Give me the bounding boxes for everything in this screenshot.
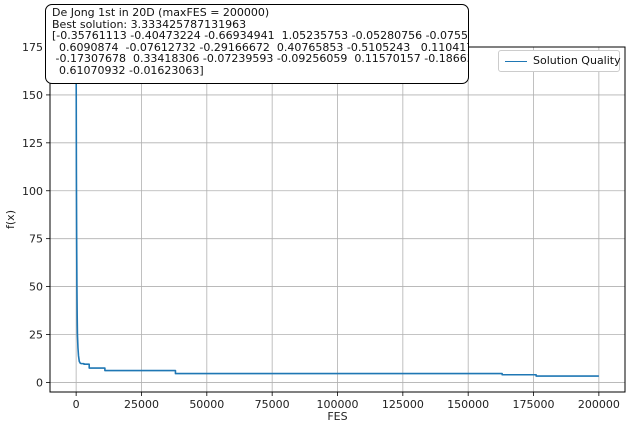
x-tick-label: 25000: [124, 398, 159, 411]
y-tick-label: 125: [22, 137, 43, 150]
y-tick-label: 175: [22, 41, 43, 54]
x-tick-label: 50000: [189, 398, 224, 411]
y-tick-label: 75: [29, 233, 43, 246]
grid-layer: [50, 46, 625, 392]
y-tick-label: 0: [36, 376, 43, 389]
legend-label: Solution Quality: [533, 54, 621, 67]
x-tick-label: 200000: [578, 398, 620, 411]
y-axis-label: f(x): [4, 210, 17, 229]
x-axis-label: FES: [327, 410, 347, 423]
y-tick-label: 150: [22, 89, 43, 102]
x-tick-label: 0: [73, 398, 80, 411]
y-tick-label: 25: [29, 329, 43, 342]
y-tick-label: 50: [29, 281, 43, 294]
x-tick-label: 75000: [255, 398, 290, 411]
x-tick-label: 175000: [513, 398, 555, 411]
annotation-line: De Jong 1st in 20D (maxFES = 200000): [52, 6, 270, 19]
legend: Solution Quality: [498, 50, 621, 72]
x-tick-label: 150000: [447, 398, 489, 411]
legend-swatch: [505, 61, 527, 62]
tick-layer: 0 25000 50000 75000 100000 125000 150000 175000…: [22, 41, 620, 411]
x-tick-label: 125000: [382, 398, 424, 411]
y-tick-label: 100: [22, 185, 43, 198]
annotation-line: 0.61070932 -0.01623063]: [52, 63, 204, 77]
annotation-box: De Jong 1st in 20D (maxFES = 200000) Best…: [45, 4, 469, 84]
